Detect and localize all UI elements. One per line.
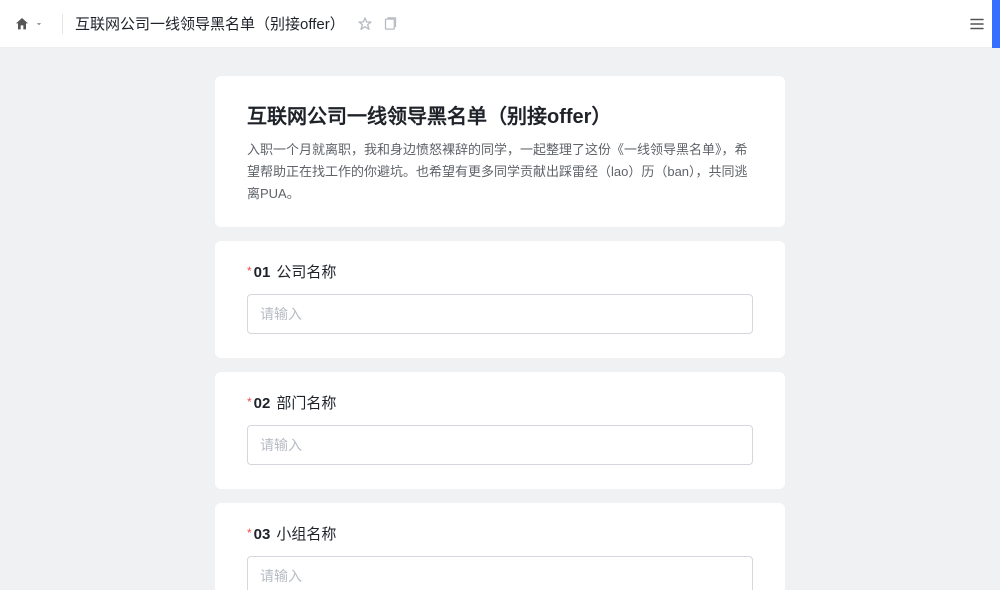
company-name-input[interactable] [247, 294, 753, 334]
department-name-input[interactable] [247, 425, 753, 465]
team-name-input[interactable] [247, 556, 753, 590]
page-body: 互联网公司一线领导黑名单（别接offer） 入职一个月就离职，我和身边愤怒裸辞的… [0, 48, 1000, 590]
top-bar: 互联网公司一线领导黑名单（别接offer） [0, 0, 1000, 48]
tab-actions [357, 16, 398, 32]
question-head: * 02 部门名称 [247, 392, 753, 413]
question-head: * 03 小组名称 [247, 523, 753, 544]
menu-icon[interactable] [968, 15, 986, 33]
home-icon [14, 16, 30, 32]
question-card-3: * 03 小组名称 [215, 503, 785, 590]
form-description: 入职一个月就离职，我和身边愤怒裸辞的同学，一起整理了这份《一线领导黑名单》，希望… [247, 139, 753, 205]
star-icon[interactable] [357, 16, 373, 32]
blue-accent-strip [992, 0, 1000, 48]
topbar-right [968, 15, 986, 33]
question-label: 小组名称 [276, 523, 336, 544]
form-container: 互联网公司一线领导黑名单（别接offer） 入职一个月就离职，我和身边愤怒裸辞的… [215, 76, 785, 590]
question-label: 公司名称 [276, 261, 336, 282]
required-mark: * [247, 264, 252, 278]
required-mark: * [247, 395, 252, 409]
required-mark: * [247, 526, 252, 540]
tab-title: 互联网公司一线领导黑名单（别接offer） [75, 13, 345, 34]
home-button[interactable] [8, 12, 50, 36]
question-card-2: * 02 部门名称 [215, 372, 785, 489]
form-title: 互联网公司一线领导黑名单（别接offer） [247, 100, 753, 129]
new-window-icon[interactable] [383, 16, 398, 31]
question-number: 01 [254, 264, 271, 281]
form-header-card: 互联网公司一线领导黑名单（别接offer） 入职一个月就离职，我和身边愤怒裸辞的… [215, 76, 785, 227]
question-head: * 01 公司名称 [247, 261, 753, 282]
question-number: 03 [254, 526, 271, 543]
question-number: 02 [254, 395, 271, 412]
divider [62, 14, 63, 34]
question-label: 部门名称 [276, 392, 336, 413]
question-card-1: * 01 公司名称 [215, 241, 785, 358]
chevron-down-icon [34, 19, 44, 29]
